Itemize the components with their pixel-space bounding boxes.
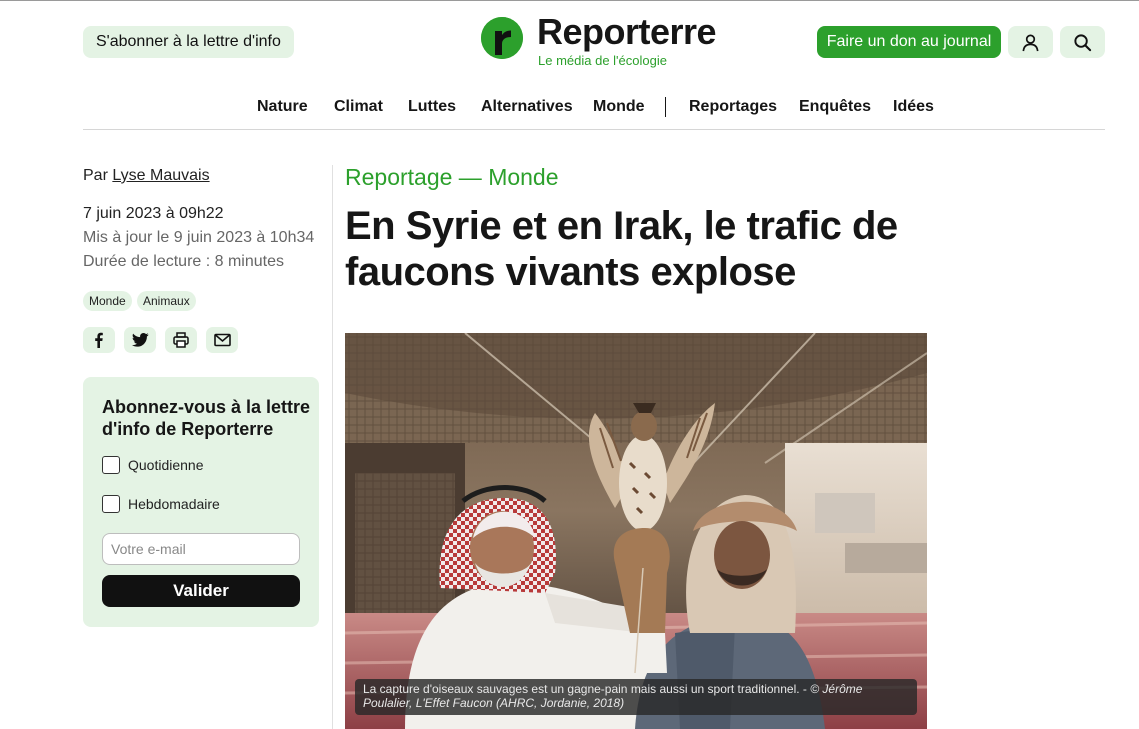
nav-item-enquetes[interactable]: Enquêtes [799, 96, 871, 118]
article-title: En Syrie et en Irak, le trafic de faucon… [345, 204, 898, 294]
mail-icon [214, 333, 231, 347]
caption-text: La capture d'oiseaux sauvages est un gag… [363, 682, 811, 696]
search-button[interactable] [1060, 26, 1105, 58]
nav-item-monde[interactable]: Monde [593, 96, 645, 118]
newsletter-submit-button[interactable]: Valider [102, 575, 300, 607]
article-kicker[interactable]: Reportage — Monde [345, 164, 559, 191]
falconers-photo [345, 333, 927, 729]
main-nav: Nature Climat Luttes Alternatives Monde … [0, 96, 1139, 118]
share-facebook-button[interactable] [83, 327, 115, 353]
weekly-checkbox[interactable] [102, 495, 120, 513]
donate-button[interactable]: Faire un don au journal [817, 26, 1001, 58]
user-icon [1022, 34, 1039, 52]
nav-item-climat[interactable]: Climat [334, 96, 383, 118]
reading-time: Durée de lecture : 8 minutes [83, 253, 284, 270]
byline: Par Lyse Mauvais [83, 167, 210, 185]
email-input[interactable] [102, 533, 300, 565]
share-twitter-button[interactable] [124, 327, 156, 353]
account-button[interactable] [1008, 26, 1053, 58]
publish-date: 7 juin 2023 à 09h22 [83, 205, 224, 222]
site-logo[interactable]: Reporterre Le média de l'écologie [481, 11, 721, 72]
nav-item-reportages[interactable]: Reportages [689, 96, 777, 118]
top-border [0, 0, 1139, 1]
daily-checkbox[interactable] [102, 456, 120, 474]
search-icon [1074, 34, 1092, 52]
nav-item-luttes[interactable]: Luttes [408, 96, 456, 118]
logo-tagline: Le média de l'écologie [538, 53, 667, 68]
subscribe-newsletter-button[interactable]: S'abonner à la lettre d'info [83, 26, 294, 58]
logo-mark-icon [481, 17, 523, 59]
nav-item-idees[interactable]: Idées [893, 96, 934, 118]
nav-divider [83, 129, 1105, 130]
column-divider [332, 165, 333, 729]
newsletter-title: Abonnez-vous à la lettre d'info de Repor… [102, 397, 311, 439]
author-link[interactable]: Lyse Mauvais [112, 167, 209, 184]
photo-caption: La capture d'oiseaux sauvages est un gag… [355, 679, 917, 715]
byline-prefix: Par [83, 167, 108, 184]
print-button[interactable] [165, 327, 197, 353]
share-mail-button[interactable] [206, 327, 238, 353]
nav-separator [665, 97, 666, 117]
nav-item-alternatives[interactable]: Alternatives [481, 96, 573, 118]
daily-checkbox-label[interactable]: Quotidienne [128, 457, 204, 473]
print-icon [173, 332, 189, 348]
facebook-icon [95, 332, 103, 348]
tag-monde[interactable]: Monde [83, 291, 132, 311]
nav-item-nature[interactable]: Nature [257, 96, 308, 118]
logo-name: Reporterre [537, 11, 717, 52]
article-photo: La capture d'oiseaux sauvages est un gag… [345, 333, 927, 729]
twitter-icon [132, 332, 149, 347]
updated-date: Mis à jour le 9 juin 2023 à 10h34 [83, 229, 315, 246]
weekly-checkbox-label[interactable]: Hebdomadaire [128, 496, 220, 512]
newsletter-box: Abonnez-vous à la lettre d'info de Repor… [83, 377, 319, 627]
tag-animaux[interactable]: Animaux [137, 291, 196, 311]
